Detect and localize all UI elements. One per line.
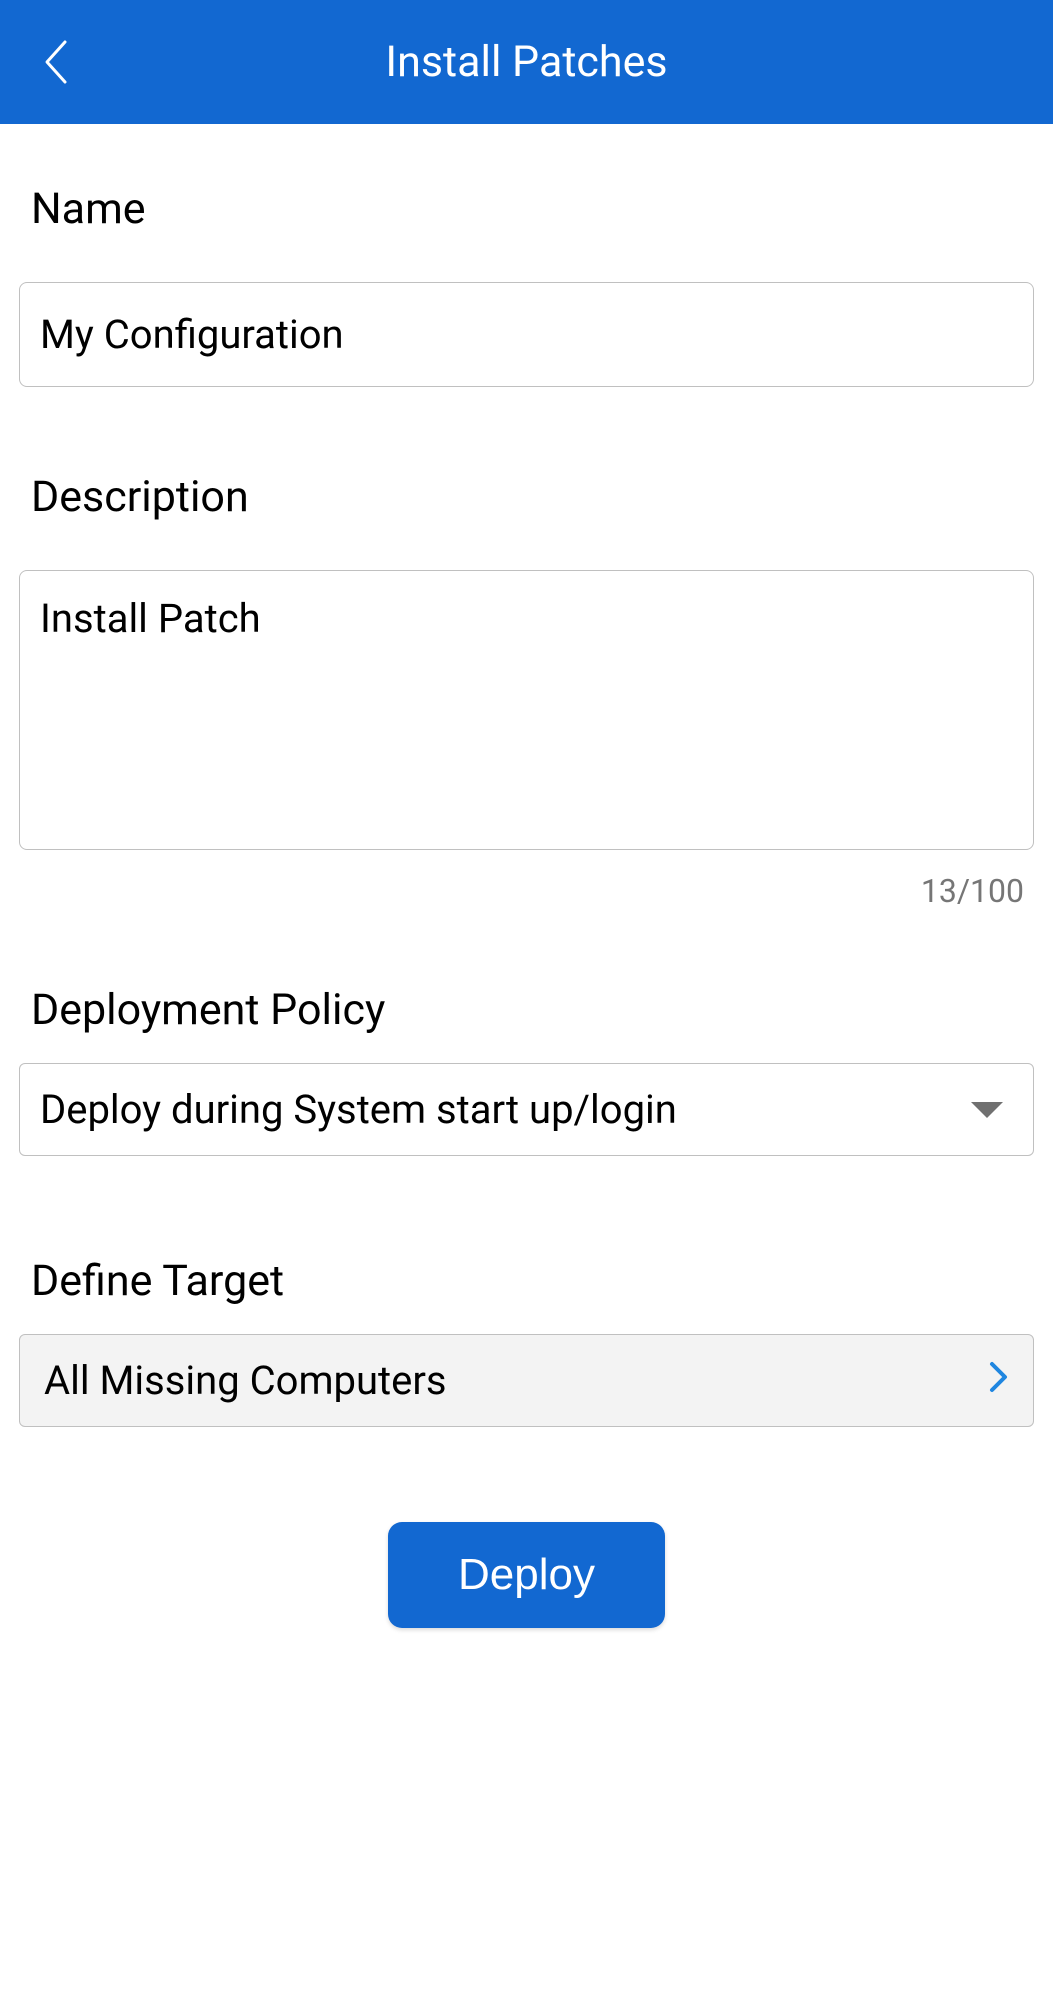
chevron-left-icon bbox=[40, 37, 70, 87]
description-section: Description 13/100 bbox=[19, 472, 1034, 910]
chevron-right-icon bbox=[989, 1357, 1009, 1404]
form-content: Name Description 13/100 Deployment Polic… bbox=[0, 124, 1053, 1628]
name-input[interactable] bbox=[19, 282, 1034, 387]
back-button[interactable] bbox=[35, 32, 75, 92]
deployment-policy-section: Deployment Policy Deploy during System s… bbox=[19, 985, 1034, 1156]
define-target-row[interactable]: All Missing Computers bbox=[19, 1334, 1034, 1427]
define-target-label: Define Target bbox=[19, 1256, 1034, 1306]
name-label: Name bbox=[19, 184, 1034, 234]
deployment-policy-selected-value: Deploy during System start up/login bbox=[40, 1086, 677, 1133]
define-target-value: All Missing Computers bbox=[44, 1357, 447, 1404]
deployment-policy-label: Deployment Policy bbox=[19, 985, 1034, 1035]
deploy-button[interactable]: Deploy bbox=[388, 1522, 665, 1628]
description-char-counter: 13/100 bbox=[19, 872, 1034, 910]
name-section: Name bbox=[19, 184, 1034, 387]
header: Install Patches bbox=[0, 0, 1053, 124]
caret-down-icon bbox=[971, 1102, 1003, 1118]
define-target-section: Define Target All Missing Computers bbox=[19, 1256, 1034, 1427]
page-title: Install Patches bbox=[30, 37, 1023, 87]
description-input[interactable] bbox=[19, 570, 1034, 850]
description-label: Description bbox=[19, 472, 1034, 522]
deployment-policy-select[interactable]: Deploy during System start up/login bbox=[19, 1063, 1034, 1156]
